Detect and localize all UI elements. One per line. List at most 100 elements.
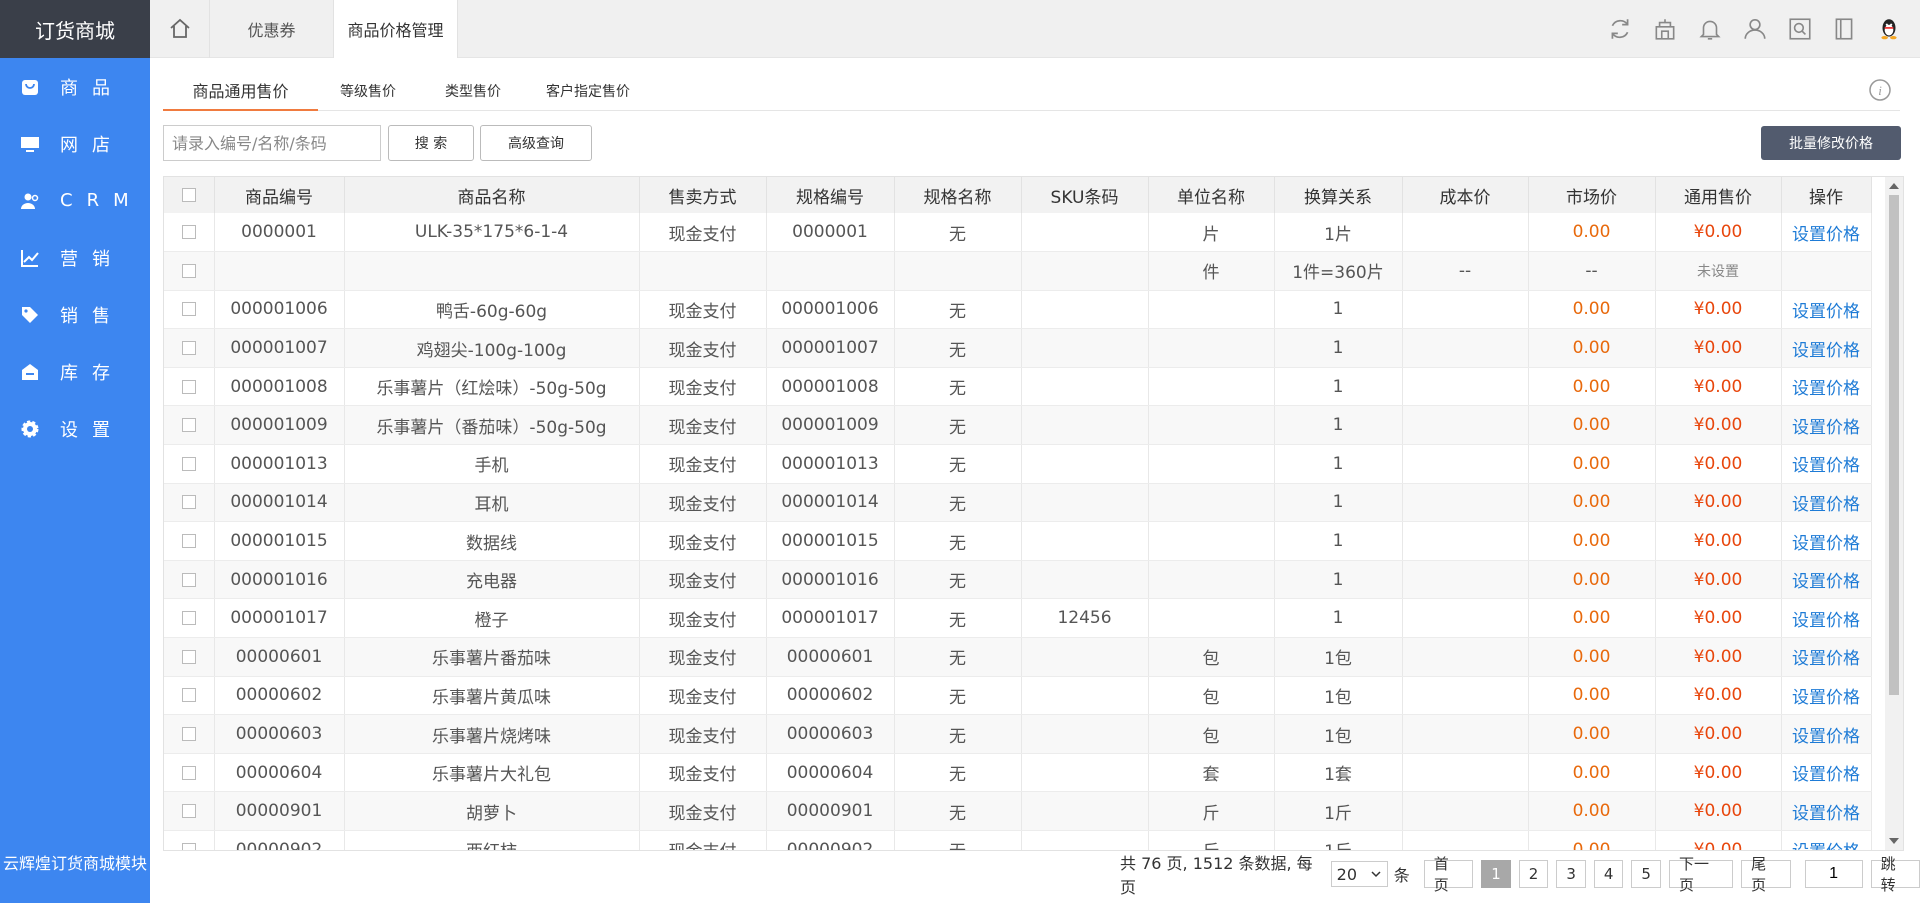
cell-action[interactable]: 设置价格 xyxy=(1781,753,1872,793)
row-checkbox-cell[interactable] xyxy=(164,830,215,850)
table-row[interactable]: 00000901 胡萝卜 现金支付 00000901 无斤 1斤 0.00 ¥0.00 设置价格 xyxy=(164,791,1872,831)
cell-action[interactable]: 设置价格 xyxy=(1781,598,1872,639)
row-checkbox[interactable] xyxy=(181,727,196,742)
row-checkbox[interactable] xyxy=(181,225,196,240)
sidebar-item-6[interactable]: 设置 xyxy=(0,400,150,457)
cell-action[interactable]: 设置价格 xyxy=(1781,791,1872,831)
table-row[interactable]: 件 1件=360片 -- -- 未设置 xyxy=(164,251,1872,291)
row-checkbox[interactable] xyxy=(181,341,196,356)
tab-price-management[interactable]: 商品价格管理 xyxy=(334,0,458,58)
cell-action[interactable]: 设置价格 xyxy=(1781,444,1872,484)
col-header[interactable]: 规格编号 xyxy=(766,177,895,213)
select-all-cell[interactable] xyxy=(164,177,215,213)
row-checkbox[interactable] xyxy=(181,418,196,433)
bell-icon[interactable] xyxy=(1696,15,1724,43)
row-checkbox[interactable] xyxy=(181,842,196,850)
goto-page-input[interactable] xyxy=(1804,860,1863,888)
row-checkbox[interactable] xyxy=(181,456,196,471)
table-row[interactable]: 00000601 乐事薯片番茄味 现金支付 00000601 无包 1包 0.00 ¥0.00… xyxy=(164,637,1872,677)
row-checkbox[interactable] xyxy=(181,495,196,510)
sidebar-item-1[interactable]: 网店 xyxy=(0,115,150,172)
vertical-scrollbar[interactable] xyxy=(1885,177,1903,850)
col-header[interactable]: SKU条码 xyxy=(1021,177,1149,213)
page-button-1[interactable]: 1 xyxy=(1481,860,1511,888)
col-header[interactable]: 通用售价 xyxy=(1655,177,1782,213)
refresh-icon[interactable] xyxy=(1606,15,1634,43)
row-checkbox[interactable] xyxy=(181,572,196,587)
col-header[interactable]: 规格名称 xyxy=(894,177,1022,213)
table-row[interactable]: 000001013 手机 现金支付 000001013 无 1 0.00 ¥0.00 设置价格 xyxy=(164,444,1872,484)
row-checkbox-cell[interactable] xyxy=(164,637,215,677)
page-size-select[interactable]: 20 xyxy=(1330,861,1388,887)
page-button-5[interactable]: 5 xyxy=(1631,860,1661,888)
row-checkbox-cell[interactable] xyxy=(164,714,215,754)
cell-action[interactable]: 设置价格 xyxy=(1781,290,1872,330)
home-tab[interactable] xyxy=(150,0,210,58)
row-checkbox-cell[interactable] xyxy=(164,483,215,523)
row-checkbox-cell[interactable] xyxy=(164,791,215,831)
sidebar-item-2[interactable]: CRM xyxy=(0,172,150,229)
row-checkbox[interactable] xyxy=(181,534,196,549)
row-checkbox[interactable] xyxy=(181,379,196,394)
row-checkbox[interactable] xyxy=(181,804,196,819)
col-header[interactable]: 商品名称 xyxy=(344,177,640,213)
cell-action[interactable]: 设置价格 xyxy=(1781,213,1872,253)
search-box-icon[interactable] xyxy=(1786,15,1814,43)
tab-coupon[interactable]: 优惠券 xyxy=(210,0,334,58)
cell-action[interactable]: 设置价格 xyxy=(1781,676,1872,716)
cell-action[interactable]: 设置价格 xyxy=(1781,367,1872,407)
tab-level-price[interactable]: 等级售价 xyxy=(318,70,418,111)
sidebar-item-0[interactable]: 商品 xyxy=(0,58,150,115)
last-page-button[interactable]: 尾页 xyxy=(1741,855,1791,894)
table-row[interactable]: 000001016 充电器 现金支付 000001016 无 1 0.00 ¥0.00 设置价格 xyxy=(164,560,1872,600)
first-page-button[interactable]: 首页 xyxy=(1423,855,1474,894)
table-row[interactable]: 000001017 橙子 现金支付 000001017 无 12456 1 0.00 ¥0.00… xyxy=(164,598,1872,639)
goto-button[interactable]: 跳转 xyxy=(1870,855,1920,894)
row-checkbox[interactable] xyxy=(181,302,196,317)
row-checkbox-cell[interactable] xyxy=(164,328,215,368)
cell-action[interactable]: 设置价格 xyxy=(1781,328,1872,368)
row-checkbox[interactable] xyxy=(181,649,196,664)
next-page-button[interactable]: 下一页 xyxy=(1668,855,1734,894)
page-button-2[interactable]: 2 xyxy=(1518,860,1549,888)
table-row[interactable]: 00000604 乐事薯片大礼包 现金支付 00000604 无套 1套 0.00 ¥0.00… xyxy=(164,753,1872,793)
scroll-down-arrow[interactable] xyxy=(1889,838,1899,844)
col-header[interactable]: 售卖方式 xyxy=(639,177,767,213)
cell-action[interactable]: 设置价格 xyxy=(1781,560,1872,600)
row-checkbox-cell[interactable] xyxy=(164,290,215,330)
cell-action[interactable]: 设置价格 xyxy=(1781,637,1872,677)
row-checkbox[interactable] xyxy=(181,263,196,278)
row-checkbox[interactable] xyxy=(181,611,196,626)
row-checkbox-cell[interactable] xyxy=(164,405,215,446)
row-checkbox-cell[interactable] xyxy=(164,213,215,253)
col-header[interactable]: 单位名称 xyxy=(1148,177,1275,213)
advanced-search-button[interactable]: 高级查询 xyxy=(480,125,592,161)
row-checkbox-cell[interactable] xyxy=(164,676,215,716)
cell-action[interactable]: 设置价格 xyxy=(1781,483,1872,523)
row-checkbox-cell[interactable] xyxy=(164,753,215,793)
scrollbar-thumb[interactable] xyxy=(1889,195,1899,695)
col-header[interactable]: 成本价 xyxy=(1402,177,1529,213)
row-checkbox-cell[interactable] xyxy=(164,560,215,600)
sidebar-item-5[interactable]: 库存 xyxy=(0,343,150,400)
page-button-3[interactable]: 3 xyxy=(1556,860,1586,888)
tab-general-price[interactable]: 商品通用售价 xyxy=(163,70,318,111)
qq-icon[interactable] xyxy=(1875,15,1903,43)
row-checkbox-cell[interactable] xyxy=(164,367,215,407)
row-checkbox-cell[interactable] xyxy=(164,444,215,484)
table-row[interactable]: 0000001 ULK-35*175*6-1-4 现金支付 0000001 无片 1片 0.… xyxy=(164,213,1872,253)
table-row[interactable]: 00000602 乐事薯片黄瓜味 现金支付 00000602 无包 1包 0.00 ¥0.00… xyxy=(164,676,1872,716)
sidebar-item-3[interactable]: 营销 xyxy=(0,229,150,286)
cell-action[interactable]: 设置价格 xyxy=(1781,521,1872,561)
table-row[interactable]: 000001009 乐事薯片（番茄味）-50g-50g 现金支付 000001009 无… xyxy=(164,405,1872,446)
table-row[interactable]: 000001007 鸡翅尖-100g-100g 现金支付 000001007 无 1 0.0… xyxy=(164,328,1872,368)
col-header[interactable]: 商品编号 xyxy=(214,177,345,213)
sidebar-item-4[interactable]: 销售 xyxy=(0,286,150,343)
row-checkbox-cell[interactable] xyxy=(164,251,215,291)
store-icon[interactable] xyxy=(1651,15,1679,43)
search-input[interactable] xyxy=(163,125,381,161)
table-row[interactable]: 00000902西红柿现金支付00000902无斤1斤0.00¥0.00设置价格 xyxy=(164,830,1872,850)
search-button[interactable]: 搜 索 xyxy=(388,125,474,161)
tab-type-price[interactable]: 类型售价 xyxy=(423,70,523,111)
table-row[interactable]: 000001014 耳机 现金支付 000001014 无 1 0.00 ¥0.00 设置价格 xyxy=(164,483,1872,523)
